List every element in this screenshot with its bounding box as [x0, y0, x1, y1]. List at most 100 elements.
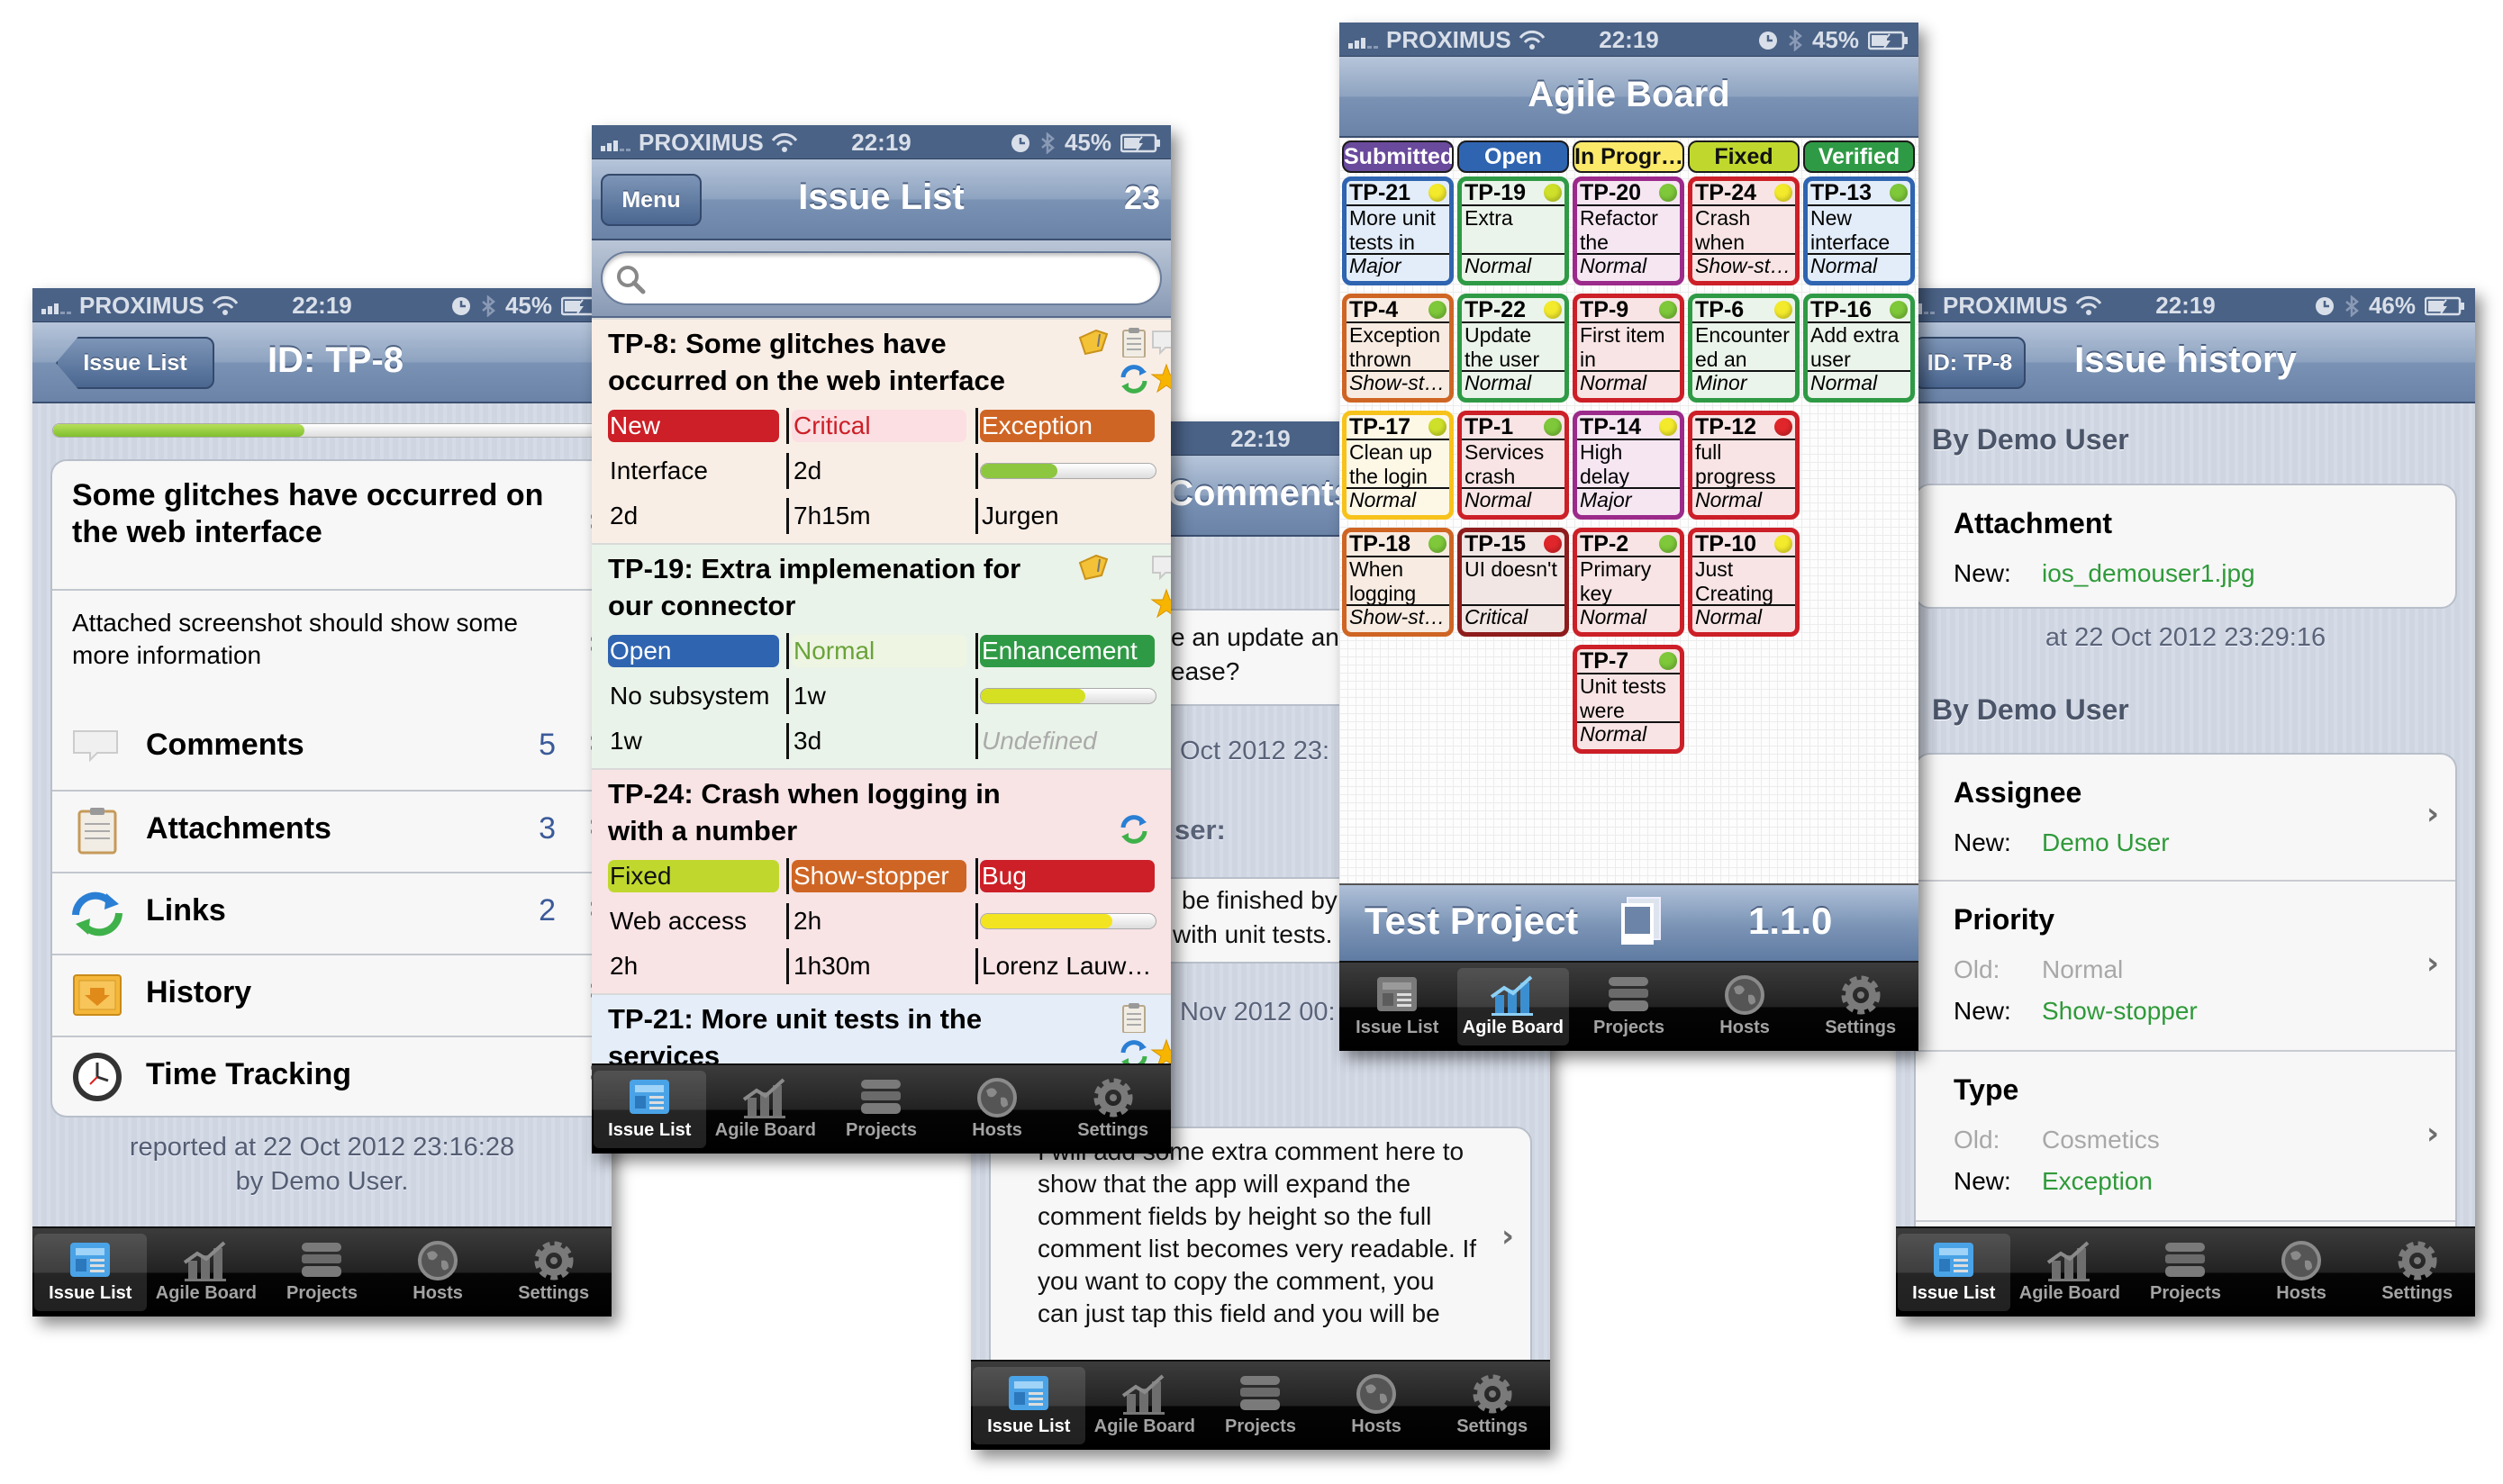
tab-agile-board[interactable]: Agile Board: [1089, 1367, 1202, 1444]
tab-agile-board[interactable]: Agile Board: [1456, 968, 1570, 1045]
tab-issue-list[interactable]: Issue List: [1341, 968, 1454, 1045]
tab-label: Projects: [846, 1120, 917, 1140]
tab-issue-list[interactable]: Issue List: [973, 1367, 1085, 1444]
agile-card[interactable]: TP-13 New interface Normal: [1803, 176, 1915, 285]
tab-hosts[interactable]: Hosts: [1689, 968, 1801, 1045]
agile-card[interactable]: TP-21 More unit tests in Major: [1342, 176, 1454, 285]
tab-settings[interactable]: Settings: [1057, 1071, 1169, 1148]
tab-hosts[interactable]: Hosts: [382, 1234, 494, 1311]
agile-card[interactable]: TP-4 Exception thrown Show-st…: [1342, 294, 1454, 403]
column-header-verified[interactable]: Verified: [1803, 140, 1915, 173]
column-header-submitted[interactable]: Submitted: [1342, 140, 1454, 173]
tab-projects[interactable]: Projects: [825, 1071, 938, 1148]
tab-projects[interactable]: Projects: [2129, 1234, 2242, 1311]
page-title: Issue List: [798, 177, 965, 217]
row-label: Attachments: [146, 811, 331, 846]
agile-board-screen: PROXIMUS 22:19 45% Agile Board Submitted TP…: [1339, 23, 1918, 1051]
history-change-priority[interactable]: Priority Old: Normal New: Show-stopper ›: [1916, 880, 2455, 1050]
agile-card[interactable]: TP-6 Encountered an Minor: [1688, 294, 1800, 403]
tab-settings[interactable]: Settings: [497, 1234, 610, 1311]
agile-card[interactable]: TP-24 Crash when Show-st…: [1688, 176, 1800, 285]
comment-text: e an update and: [1171, 623, 1354, 651]
history-change-assignee[interactable]: Assignee New: Demo User ›: [1916, 755, 2455, 880]
detail-row-links[interactable]: Links2›: [52, 872, 612, 954]
column-header-inprogr[interactable]: In Progr…: [1573, 140, 1684, 173]
chevron-right-icon: ›: [2426, 1115, 2439, 1152]
tab-agile-board[interactable]: Agile Board: [2014, 1234, 2127, 1311]
issue-row[interactable]: TP-24: Crash when logging in with a numb…: [592, 768, 1171, 993]
card-summary: First item in: [1577, 323, 1680, 372]
agile-card[interactable]: TP-10 Just Creating Normal: [1688, 528, 1800, 637]
tab-hosts[interactable]: Hosts: [1320, 1367, 1433, 1444]
comment-cell-expanded[interactable]: › I will add some extra comment here to s…: [989, 1127, 1532, 1397]
column-header-open[interactable]: Open: [1457, 140, 1569, 173]
alarm-icon: [2315, 296, 2334, 315]
agile-card[interactable]: TP-20 Refactor the Normal: [1573, 176, 1684, 285]
tab-agile-board[interactable]: Agile Board: [710, 1071, 822, 1148]
agile-card[interactable]: TP-19 Extra Normal: [1457, 176, 1569, 285]
agile-card[interactable]: TP-16 Add extra user Normal: [1803, 294, 1915, 403]
tab-bar: Issue List Agile Board Projects Hosts Settin…: [1896, 1226, 2475, 1317]
star-icon: [1150, 588, 1171, 619]
chevron-right-icon: ›: [1501, 1218, 1514, 1254]
agile-card[interactable]: TP-1 Services crash Normal: [1457, 411, 1569, 520]
status-right: 45%: [1011, 129, 1162, 157]
agile-board-icon: [2046, 1241, 2090, 1281]
tab-issue-list[interactable]: Issue List: [1898, 1234, 2010, 1311]
history-change-attachment[interactable]: Attachment New: ios_demouser1.jpg: [1916, 485, 2455, 607]
card-summary: Update the user: [1462, 323, 1564, 372]
column-divider: [786, 408, 789, 444]
agile-card[interactable]: TP-12 full progress Normal: [1688, 411, 1800, 520]
detail-row-time-tracking[interactable]: Time Tracking›: [52, 1036, 612, 1116]
agile-card[interactable]: TP-7 Unit tests were Normal: [1573, 645, 1684, 754]
description-row[interactable]: Attached screenshot should show some mor…: [52, 589, 612, 708]
projects-icon: [1609, 977, 1649, 1011]
agile-board-icon: [183, 1241, 226, 1281]
tab-settings[interactable]: Settings: [1436, 1367, 1548, 1444]
project-bar[interactable]: Test Project 1.1.0: [1339, 883, 1918, 961]
status-right: 45%: [451, 292, 603, 320]
tab-hosts[interactable]: Hosts: [941, 1071, 1054, 1148]
agile-card[interactable]: TP-14 High delay Major: [1573, 411, 1684, 520]
summary-row[interactable]: Some glitches have occurred on the web i…: [52, 461, 612, 589]
issue-list-icon: [1009, 1376, 1049, 1410]
tab-settings[interactable]: Settings: [2361, 1234, 2473, 1311]
tab-label: Settings: [1077, 1120, 1149, 1140]
column-header-fixed[interactable]: Fixed: [1688, 140, 1800, 173]
hosts-icon: [2281, 1241, 2322, 1280]
agile-card[interactable]: TP-9 First item in Normal: [1573, 294, 1684, 403]
issue-row[interactable]: TP-19: Extra implemenation for our conne…: [592, 543, 1171, 768]
tab-projects[interactable]: Projects: [1204, 1367, 1317, 1444]
alarm-icon: [1758, 31, 1777, 50]
card-id: TP-17: [1349, 413, 1411, 439]
tab-agile-board[interactable]: Agile Board: [150, 1234, 263, 1311]
status-right: 45%: [1758, 26, 1909, 54]
issue-list-icon: [1934, 1243, 1974, 1277]
tab-projects[interactable]: Projects: [1573, 968, 1685, 1045]
history-change-type[interactable]: Type Old: Cosmetics New: Exception ›: [1916, 1050, 2455, 1220]
agile-card[interactable]: TP-18 When logging Show-st…: [1342, 528, 1454, 637]
agile-card[interactable]: TP-2 Primary key Normal: [1573, 528, 1684, 637]
links-icon: [1120, 815, 1147, 844]
card-header: TP-7: [1577, 649, 1680, 674]
issue-row[interactable]: TP-8: Some glitches have occurred on the…: [592, 318, 1171, 543]
tab-issue-list[interactable]: Issue List: [34, 1234, 147, 1311]
detail-row-history[interactable]: History›: [52, 954, 612, 1036]
tab-issue-list[interactable]: Issue List: [594, 1071, 706, 1148]
status-dot-icon: [1659, 418, 1677, 436]
card-priority: Normal: [1580, 606, 1647, 628]
agile-card[interactable]: TP-17 Clean up the login Normal: [1342, 411, 1454, 520]
tab-label: Hosts: [413, 1283, 463, 1303]
tab-projects[interactable]: Projects: [266, 1234, 378, 1311]
column-divider: [786, 948, 789, 984]
agile-card[interactable]: TP-15 UI doesn't Critical: [1457, 528, 1569, 637]
card-priority: Normal: [1465, 489, 1532, 511]
detail-row-attachments[interactable]: Attachments3›: [52, 790, 612, 872]
reported-by: by Demo User.: [235, 1167, 409, 1196]
new-value: Show-stopper: [2042, 997, 2198, 1025]
detail-row-comments[interactable]: Comments5›: [52, 708, 612, 790]
tab-settings[interactable]: Settings: [1804, 968, 1917, 1045]
tab-hosts[interactable]: Hosts: [2245, 1234, 2358, 1311]
search-input[interactable]: [601, 251, 1162, 305]
agile-card[interactable]: TP-22 Update the user Normal: [1457, 294, 1569, 403]
